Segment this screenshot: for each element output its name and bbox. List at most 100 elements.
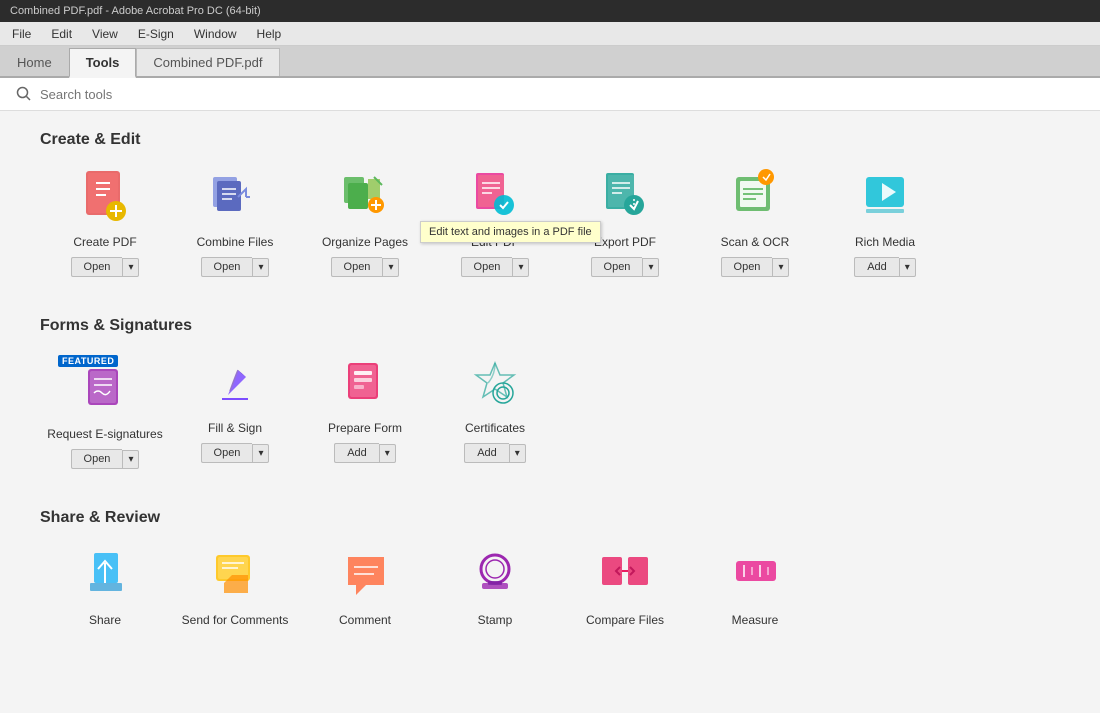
featured-badge: FEATURED	[58, 355, 118, 367]
stamp-icon	[460, 547, 530, 607]
section-forms-signatures: Forms & Signatures FEATURED Request E-s	[40, 317, 1060, 479]
rich-media-dropdown[interactable]: ▾	[899, 258, 916, 277]
fill-sign-btn-group: Open ▾	[201, 443, 270, 463]
comment-icon	[330, 547, 400, 607]
scan-ocr-dropdown[interactable]: ▾	[772, 258, 789, 277]
prepare-form-btn-group: Add ▾	[334, 443, 396, 463]
prepare-form-label: Prepare Form	[328, 421, 402, 435]
fill-sign-dropdown[interactable]: ▾	[252, 444, 269, 463]
tool-edit-pdf: Edit text and images in a PDF file Edit …	[430, 169, 560, 277]
edit-pdf-btn-group: Open ▾	[461, 257, 530, 277]
section-create-edit: Create & Edit Create PDF	[40, 131, 1060, 287]
request-esig-label: Request E-signatures	[47, 427, 162, 441]
scan-ocr-label: Scan & OCR	[721, 235, 790, 249]
section-share-review: Share & Review Share	[40, 509, 1060, 645]
tool-scan-ocr: Scan & OCR Open ▾	[690, 169, 820, 277]
menu-bar: File Edit View E-Sign Window Help	[0, 22, 1100, 46]
menu-esign[interactable]: E-Sign	[134, 25, 178, 43]
tab-file[interactable]: Combined PDF.pdf	[136, 48, 279, 76]
share-icon	[70, 547, 140, 607]
certificates-btn-group: Add ▾	[464, 443, 526, 463]
prepare-form-dropdown[interactable]: ▾	[379, 444, 396, 463]
fill-sign-open-button[interactable]: Open	[201, 443, 253, 463]
create-pdf-btn-group: Open ▾	[71, 257, 140, 277]
create-pdf-open-button[interactable]: Open	[71, 257, 123, 277]
request-esig-dropdown[interactable]: ▾	[122, 450, 139, 469]
search-icon	[16, 86, 32, 102]
rich-media-btn-group: Add ▾	[854, 257, 916, 277]
tool-rich-media: Rich Media Add ▾	[820, 169, 950, 277]
request-esig-open-button[interactable]: Open	[71, 449, 123, 469]
organize-pages-dropdown[interactable]: ▾	[382, 258, 399, 277]
send-comments-icon	[200, 547, 270, 607]
rich-media-icon	[850, 169, 920, 229]
organize-pages-icon	[330, 169, 400, 229]
export-pdf-icon	[590, 169, 660, 229]
certificates-dropdown[interactable]: ▾	[509, 444, 526, 463]
create-pdf-dropdown[interactable]: ▾	[122, 258, 139, 277]
export-pdf-dropdown[interactable]: ▾	[642, 258, 659, 277]
edit-pdf-open-button[interactable]: Open	[461, 257, 513, 277]
send-comments-label: Send for Comments	[182, 613, 289, 627]
section-title-forms: Forms & Signatures	[40, 317, 1060, 335]
scan-ocr-open-button[interactable]: Open	[721, 257, 773, 277]
compare-label: Compare Files	[586, 613, 664, 627]
comment-label: Comment	[339, 613, 391, 627]
tool-fill-sign: Fill & Sign Open ▾	[170, 355, 300, 469]
title-bar: Combined PDF.pdf - Adobe Acrobat Pro DC …	[0, 0, 1100, 22]
share-label: Share	[89, 613, 121, 627]
tool-combine-files: Combine Files Open ▾	[170, 169, 300, 277]
scan-ocr-icon	[720, 169, 790, 229]
title-text: Combined PDF.pdf - Adobe Acrobat Pro DC …	[10, 5, 261, 17]
request-esig-icon	[70, 361, 140, 421]
search-bar	[0, 78, 1100, 111]
edit-pdf-dropdown[interactable]: ▾	[512, 258, 529, 277]
menu-view[interactable]: View	[88, 25, 122, 43]
tool-send-comments: Send for Comments	[170, 547, 300, 635]
tool-request-esig: FEATURED Request E-signatures Open ▾	[40, 355, 170, 469]
tool-prepare-form: Prepare Form Add ▾	[300, 355, 430, 469]
combine-files-dropdown[interactable]: ▾	[252, 258, 269, 277]
organize-pages-btn-group: Open ▾	[331, 257, 400, 277]
measure-label: Measure	[732, 613, 779, 627]
combine-files-btn-group: Open ▾	[201, 257, 270, 277]
export-pdf-label: Export PDF	[594, 235, 656, 249]
rich-media-label: Rich Media	[855, 235, 915, 249]
certificates-add-button[interactable]: Add	[464, 443, 509, 463]
tool-measure: Measure	[690, 547, 820, 635]
tab-bar: Home Tools Combined PDF.pdf	[0, 46, 1100, 78]
section-title-create-edit: Create & Edit	[40, 131, 1060, 149]
tool-share: Share	[40, 547, 170, 635]
edit-pdf-tooltip: Edit text and images in a PDF file	[420, 221, 601, 243]
edit-pdf-icon	[460, 169, 530, 229]
rich-media-add-button[interactable]: Add	[854, 257, 899, 277]
tab-home[interactable]: Home	[0, 48, 69, 76]
menu-edit[interactable]: Edit	[47, 25, 76, 43]
menu-file[interactable]: File	[8, 25, 35, 43]
menu-window[interactable]: Window	[190, 25, 241, 43]
request-esig-btn-group: Open ▾	[71, 449, 140, 469]
tool-comment: Comment	[300, 547, 430, 635]
tool-organize-pages: Organize Pages Open ▾	[300, 169, 430, 277]
fill-sign-icon	[200, 355, 270, 415]
certificates-label: Certificates	[465, 421, 525, 435]
tool-stamp: Stamp	[430, 547, 560, 635]
combine-files-icon	[200, 169, 270, 229]
tool-create-pdf: Create PDF Open ▾	[40, 169, 170, 277]
organize-pages-label: Organize Pages	[322, 235, 408, 249]
export-pdf-open-button[interactable]: Open	[591, 257, 643, 277]
certificates-icon	[460, 355, 530, 415]
tools-grid-forms: FEATURED Request E-signatures Open ▾	[40, 355, 1060, 479]
combine-files-open-button[interactable]: Open	[201, 257, 253, 277]
fill-sign-label: Fill & Sign	[208, 421, 262, 435]
organize-pages-open-button[interactable]: Open	[331, 257, 383, 277]
combine-files-label: Combine Files	[197, 235, 274, 249]
tab-tools[interactable]: Tools	[69, 48, 137, 78]
menu-help[interactable]: Help	[253, 25, 286, 43]
prepare-form-icon	[330, 355, 400, 415]
tools-grid-share: Share Send for Comments	[40, 547, 1060, 645]
scan-ocr-btn-group: Open ▾	[721, 257, 790, 277]
tool-certificates: Certificates Add ▾	[430, 355, 560, 469]
search-input[interactable]	[40, 87, 340, 102]
prepare-form-add-button[interactable]: Add	[334, 443, 379, 463]
